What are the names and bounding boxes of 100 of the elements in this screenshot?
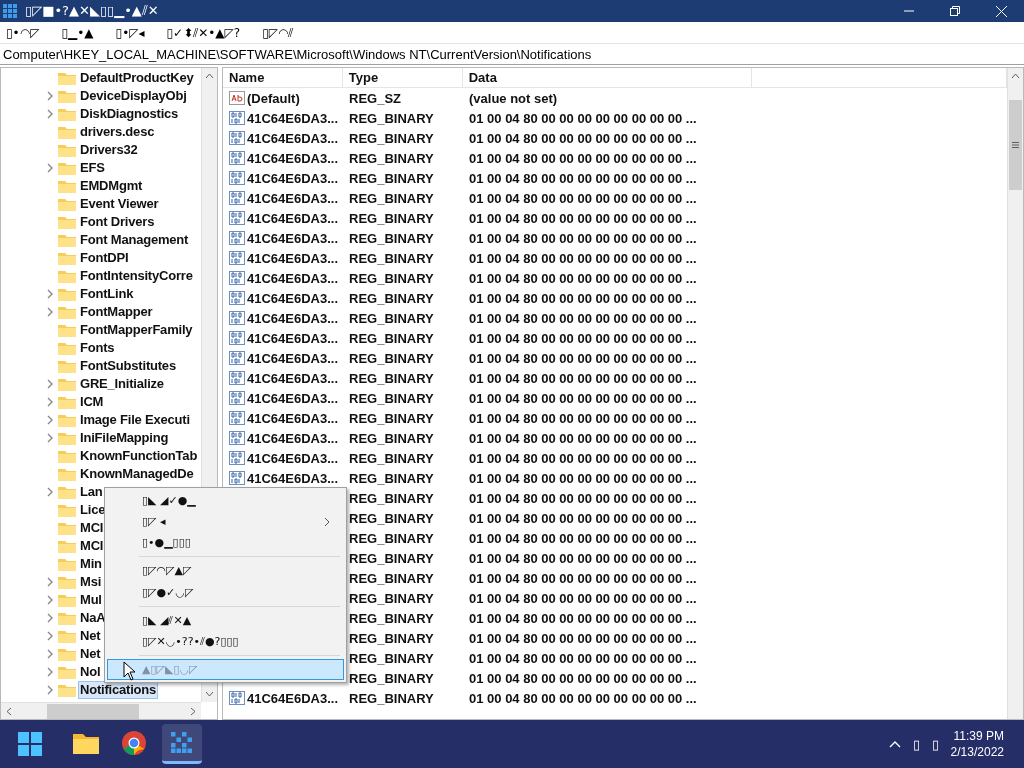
tree-item[interactable]: Lice xyxy=(78,501,108,519)
tree-item[interactable]: drivers.desc xyxy=(78,123,157,141)
tree-item[interactable]: Event Viewer xyxy=(78,195,161,213)
tree-item[interactable]: Fonts xyxy=(78,339,117,357)
taskbar-app[interactable] xyxy=(162,724,202,764)
chevron-icon[interactable] xyxy=(46,577,54,587)
menu-item[interactable]: ▯◣ ◢✓●▁ xyxy=(107,490,344,512)
tree-item[interactable]: Net xyxy=(78,645,103,663)
value-name[interactable]: 41C64E6DA3... xyxy=(247,370,339,386)
value-name[interactable]: 41C64E6DA3... xyxy=(247,250,339,266)
tree-item[interactable]: FontDPI xyxy=(78,249,131,267)
value-name[interactable]: 41C64E6DA3... xyxy=(247,210,339,226)
chevron-icon[interactable] xyxy=(46,685,54,695)
horizontal-scrollbar[interactable] xyxy=(1,702,201,719)
menu-item[interactable]: ▯•◸◂ xyxy=(115,25,145,40)
vertical-scrollbar[interactable] xyxy=(1007,68,1023,719)
value-name[interactable]: 41C64E6DA3... xyxy=(247,410,339,426)
chevron-icon[interactable] xyxy=(46,163,54,173)
start-icon[interactable] xyxy=(18,732,42,756)
tree-item[interactable]: Lan xyxy=(78,483,105,501)
chevron-icon[interactable] xyxy=(46,379,54,389)
tree-item[interactable]: DefaultProductKey xyxy=(78,69,196,87)
tree-item[interactable]: KnownManagedDe xyxy=(78,465,196,483)
tree-item[interactable]: FontMapperFamily xyxy=(78,321,195,339)
tree-item[interactable]: DiskDiagnostics xyxy=(78,105,181,123)
chevron-icon[interactable] xyxy=(46,91,54,101)
value-name[interactable]: 41C64E6DA3... xyxy=(247,290,339,306)
address-bar[interactable]: Computer\HKEY_LOCAL_MACHINE\SOFTWARE\Microsoft\Windows NT\CurrentVersion\Notifications xyxy=(0,44,1024,65)
chevron-icon[interactable] xyxy=(46,595,54,605)
tree-item[interactable]: Font Drivers xyxy=(78,213,157,231)
tree-item[interactable]: NaA xyxy=(78,609,108,627)
tree-item[interactable]: EMDMgmt xyxy=(78,177,145,195)
clock[interactable]: 11:39 PM 2/13/2022 xyxy=(950,728,1004,760)
menu-item[interactable]: ▯▁•▲ xyxy=(61,25,94,40)
chevron-icon[interactable] xyxy=(46,667,54,677)
value-type: REG_BINARY xyxy=(349,210,434,226)
value-name[interactable]: 41C64E6DA3... xyxy=(247,310,339,326)
tree-item[interactable]: Drivers32 xyxy=(78,141,140,159)
menu-item[interactable]: ▯•◠◸ xyxy=(6,25,40,40)
tree-item[interactable]: Notifications xyxy=(78,681,159,699)
value-name[interactable]: 41C64E6DA3... xyxy=(247,230,339,246)
chevron-icon[interactable] xyxy=(46,649,54,659)
value-name[interactable]: 41C64E6DA3... xyxy=(247,170,339,186)
value-name[interactable]: (Default) xyxy=(247,90,300,106)
menu-item[interactable]: ▯◸✕◡•??•⫽●?▯▯▯ xyxy=(107,630,344,652)
menu-item[interactable]: ▯✓⬍⫽✕•▲◸? xyxy=(166,25,241,40)
tree-item[interactable]: FontSubstitutes xyxy=(78,357,178,375)
chevron-up-icon[interactable] xyxy=(888,740,901,748)
column-header[interactable]: Type xyxy=(342,68,463,87)
scrollbar-thumb[interactable] xyxy=(1009,100,1022,190)
value-name[interactable]: 41C64E6DA3... xyxy=(247,470,339,486)
value-name[interactable]: 41C64E6DA3... xyxy=(247,390,339,406)
value-name[interactable]: 41C64E6DA3... xyxy=(247,110,339,126)
value-name[interactable]: 41C64E6DA3... xyxy=(247,190,339,206)
tray-icon[interactable]: ▯ xyxy=(931,736,939,752)
menu-item[interactable]: ▯◸◠⫽ xyxy=(262,25,294,40)
tree-item[interactable]: DeviceDisplayObj xyxy=(78,87,189,105)
tree-item[interactable]: Msi xyxy=(78,573,104,591)
tree-item[interactable]: Mul xyxy=(78,591,104,609)
tree-item[interactable]: EFS xyxy=(78,159,107,177)
tree-item[interactable]: ICM xyxy=(78,393,106,411)
column-header[interactable]: Data xyxy=(462,68,753,87)
value-name[interactable]: 41C64E6DA3... xyxy=(247,430,339,446)
tree-item[interactable]: IniFileMapping xyxy=(78,429,171,447)
tree-item[interactable]: MCI xyxy=(78,519,106,537)
chevron-icon[interactable] xyxy=(46,415,54,425)
chevron-icon[interactable] xyxy=(46,613,54,623)
tree-item[interactable]: FontIntensityCorre xyxy=(78,267,195,285)
chevron-icon[interactable] xyxy=(46,109,54,119)
value-name[interactable]: 41C64E6DA3... xyxy=(247,270,339,286)
column-header[interactable]: Name xyxy=(223,68,343,87)
tree-item[interactable]: MCI xyxy=(78,537,106,555)
chevron-icon[interactable] xyxy=(46,307,54,317)
tree-item[interactable]: Image File Executi xyxy=(78,411,192,429)
chevron-icon[interactable] xyxy=(46,289,54,299)
chevron-icon[interactable] xyxy=(46,487,54,497)
tree-item[interactable]: FontMapper xyxy=(78,303,155,321)
tree-item[interactable]: FontLink xyxy=(78,285,136,303)
chevron-icon[interactable] xyxy=(46,433,54,443)
menu-item[interactable]: ▯•●▁▯▯▯ xyxy=(107,532,344,554)
tree-item[interactable]: KnownFunctionTab xyxy=(78,447,200,465)
tree-item[interactable]: Font Management xyxy=(78,231,191,249)
tree-item[interactable]: GRE_Initialize xyxy=(78,375,166,393)
chevron-icon[interactable] xyxy=(46,631,54,641)
value-name[interactable]: 41C64E6DA3... xyxy=(247,330,339,346)
chevron-icon[interactable] xyxy=(46,397,54,407)
value-name[interactable]: 41C64E6DA3... xyxy=(247,130,339,146)
scrollbar-thumb[interactable] xyxy=(47,703,139,719)
tree-item[interactable]: Net xyxy=(78,627,103,645)
value-name[interactable]: 41C64E6DA3... xyxy=(247,150,339,166)
menu-item[interactable]: ▯◣ ◢⫽✕▲ xyxy=(107,609,344,631)
value-name[interactable]: 41C64E6DA3... xyxy=(247,350,339,366)
value-name[interactable]: 41C64E6DA3... xyxy=(247,690,339,706)
menu-item[interactable]: ▯◸◠◸▲◸ xyxy=(107,560,344,582)
menu-item[interactable]: ▯◸●✓◡◸ xyxy=(107,581,344,603)
value-name[interactable]: 41C64E6DA3... xyxy=(247,450,339,466)
tree-item[interactable]: Min xyxy=(78,555,104,573)
tree-item[interactable]: Nol xyxy=(78,663,103,681)
tray-icon[interactable]: ▯ xyxy=(912,736,920,752)
menu-item[interactable]: ▯◸ ◂ xyxy=(107,511,344,533)
